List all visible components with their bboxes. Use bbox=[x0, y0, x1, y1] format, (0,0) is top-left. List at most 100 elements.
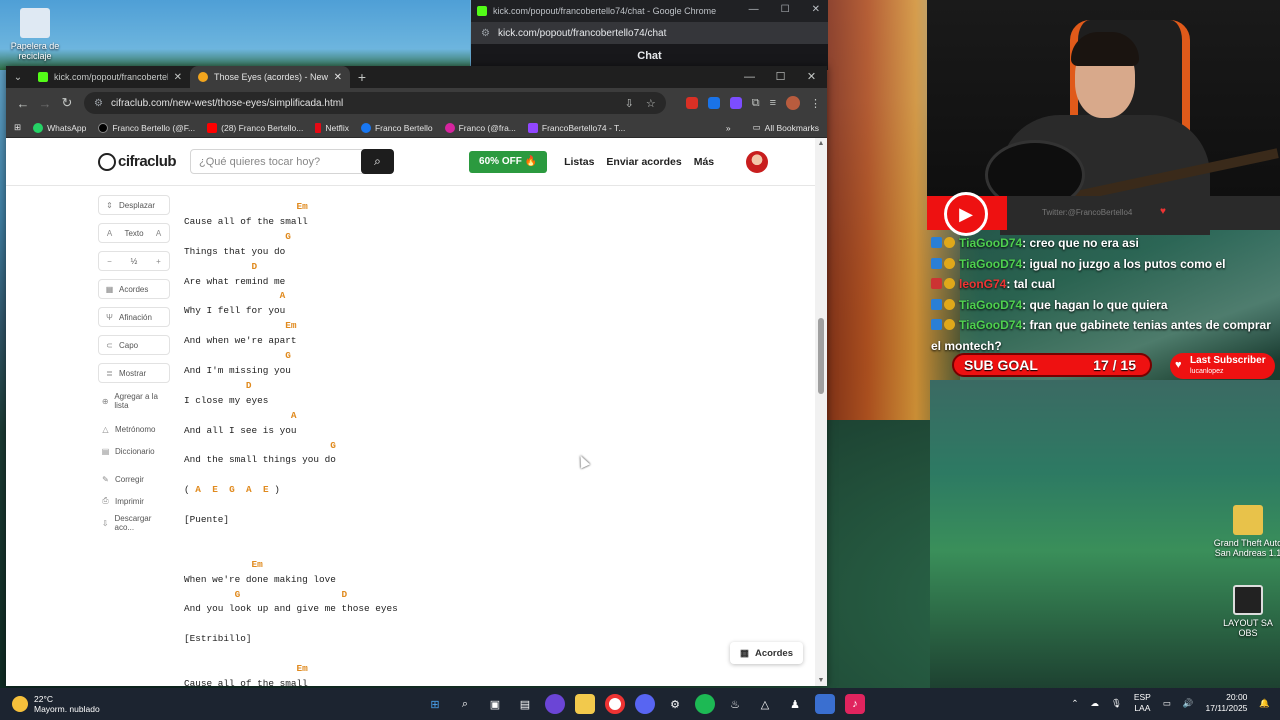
maximize-button[interactable]: ☐ bbox=[781, 4, 790, 15]
volume-icon[interactable]: 🔊 bbox=[1183, 698, 1194, 709]
weather-widget[interactable]: 22°C Mayorm. nublado bbox=[0, 694, 100, 714]
site-info-icon[interactable]: ⚙ bbox=[481, 28, 490, 39]
chord-line[interactable]: D bbox=[184, 260, 398, 275]
scrollbar-thumb[interactable] bbox=[818, 318, 824, 394]
notifications-icon[interactable]: 🔔 bbox=[1259, 698, 1270, 709]
settings-icon[interactable]: ⚙ bbox=[665, 694, 685, 714]
gta-shortcut[interactable]: Grand Theft Auto San Andreas 1.1 bbox=[1213, 505, 1280, 558]
bookmark-twitch[interactable]: FrancoBertello74 - T... bbox=[527, 122, 625, 133]
microphone-icon[interactable]: 🎙 bbox=[1111, 698, 1122, 709]
dictionary-button[interactable]: ▤ Diccionario bbox=[98, 441, 170, 461]
start-windows-icon[interactable]: ⊞ bbox=[425, 694, 445, 714]
chord-line[interactable]: A bbox=[184, 409, 398, 424]
close-tab-icon[interactable]: ✕ bbox=[334, 72, 342, 83]
chord-line[interactable]: G bbox=[184, 230, 398, 245]
forward-button[interactable]: → bbox=[34, 96, 56, 111]
bookmark-facebook[interactable]: Franco Bertello bbox=[360, 122, 433, 133]
app-icon[interactable] bbox=[545, 694, 565, 714]
chords-floating-button[interactable]: ▦ Acordes bbox=[730, 642, 803, 664]
app-icon[interactable]: ♟ bbox=[785, 694, 805, 714]
more-bookmarks-icon[interactable]: » bbox=[726, 123, 731, 133]
bookmark-netflix[interactable]: Netflix bbox=[315, 122, 349, 133]
transpose-up-button[interactable]: + bbox=[154, 257, 163, 266]
file-explorer-icon[interactable] bbox=[575, 694, 595, 714]
apps-grid-icon[interactable]: ⊞ bbox=[14, 122, 21, 133]
cifraclub-logo[interactable]: cifraclub bbox=[98, 152, 177, 171]
all-bookmarks[interactable]: ▭ All Bookmarks bbox=[753, 122, 819, 133]
reload-button[interactable]: ↻ bbox=[56, 95, 78, 111]
bookmark-youtube[interactable]: (28) Franco Bertello... bbox=[207, 122, 303, 133]
nav-link-enviar[interactable]: Enviar acordes bbox=[606, 156, 681, 168]
bookmark-star-icon[interactable]: ☆ bbox=[646, 97, 656, 110]
task-view-icon[interactable]: ▣ bbox=[485, 694, 505, 714]
page-scrollbar[interactable]: ▲ ▼ bbox=[815, 138, 827, 686]
chord-line[interactable]: G bbox=[184, 439, 398, 454]
chord-line[interactable]: D bbox=[184, 379, 398, 394]
spotify-icon[interactable] bbox=[695, 694, 715, 714]
extension-icon[interactable] bbox=[729, 97, 742, 109]
cloud-icon[interactable]: ☁ bbox=[1091, 698, 1100, 709]
text-smaller-button[interactable]: A bbox=[105, 229, 114, 238]
scroll-down-arrow-icon[interactable]: ▼ bbox=[815, 677, 827, 684]
steam-icon[interactable]: ♨ bbox=[725, 694, 745, 714]
profile-avatar[interactable] bbox=[786, 96, 800, 110]
back-button[interactable]: ← bbox=[12, 96, 34, 111]
chord-line[interactable]: Em bbox=[184, 319, 398, 334]
tab-search-button[interactable]: ⌄ bbox=[6, 66, 30, 88]
chord-line[interactable]: G bbox=[184, 349, 398, 364]
tab-cifraclub[interactable]: Those Eyes (acordes) - New West ✕ bbox=[190, 66, 350, 88]
add-to-list-button[interactable]: ⊕ Agregar a la lista bbox=[98, 391, 170, 411]
search-input[interactable]: ¿Qué quieres tocar hoy? ⌕ bbox=[190, 149, 395, 174]
close-button[interactable]: ✕ bbox=[812, 4, 820, 15]
discord-icon[interactable] bbox=[635, 694, 655, 714]
recycle-bin-shortcut[interactable]: Papelera de reciclaje bbox=[0, 8, 70, 61]
search-button[interactable]: ⌕ bbox=[361, 149, 395, 174]
kick-address-bar[interactable]: ⚙ kick.com/popout/francobertello74/chat bbox=[471, 22, 828, 44]
tiktok-icon[interactable]: ♪ bbox=[845, 694, 865, 714]
scroll-button[interactable]: ⇕ Desplazar bbox=[98, 195, 170, 215]
bookmark-x[interactable]: Franco Bertello (@F... bbox=[98, 122, 195, 133]
close-tab-icon[interactable]: ✕ bbox=[174, 72, 182, 83]
language-indicator[interactable]: ESP LAA bbox=[1134, 692, 1151, 714]
tuning-button[interactable]: Ψ Afinación bbox=[98, 307, 170, 327]
chord-line[interactable]: Em bbox=[184, 200, 398, 215]
show-button[interactable]: ≣ Mostrar bbox=[98, 363, 170, 383]
app-icon[interactable]: △ bbox=[755, 694, 775, 714]
extension-icon[interactable] bbox=[707, 97, 720, 109]
maximize-button[interactable]: ☐ bbox=[765, 66, 796, 88]
app-icon[interactable] bbox=[815, 694, 835, 714]
nav-link-listas[interactable]: Listas bbox=[564, 156, 594, 168]
media-control-icon[interactable]: ≡ bbox=[770, 97, 776, 109]
user-avatar[interactable] bbox=[746, 150, 769, 173]
text-size-control[interactable]: A Texto A bbox=[98, 223, 170, 243]
install-app-icon[interactable]: ⇩ bbox=[625, 97, 634, 110]
new-tab-button[interactable]: + bbox=[350, 66, 374, 88]
promo-button[interactable]: 60% OFF 🔥 bbox=[469, 150, 548, 173]
obs-shortcut[interactable]: LAYOUT SA OBS bbox=[1213, 585, 1280, 638]
metronome-button[interactable]: △ Metrónomo bbox=[98, 419, 170, 439]
nav-link-mas[interactable]: Más bbox=[694, 156, 714, 168]
show-hidden-icons[interactable]: ⌃ bbox=[1071, 698, 1078, 709]
extension-icon[interactable] bbox=[685, 97, 698, 109]
correct-button[interactable]: ✎ Corregir bbox=[98, 469, 170, 489]
chord-line[interactable]: A bbox=[184, 289, 398, 304]
site-info-icon[interactable]: ⚙ bbox=[94, 98, 103, 109]
chord-line[interactable]: Em bbox=[184, 558, 398, 573]
address-bar[interactable]: ⚙ cifraclub.com/new-west/those-eyes/simp… bbox=[84, 92, 666, 114]
menu-kebab-icon[interactable]: ⋮ bbox=[810, 97, 821, 110]
store-icon[interactable]: ▤ bbox=[515, 694, 535, 714]
download-button[interactable]: ⇩ Descargar aco... bbox=[98, 513, 170, 533]
tab-kick[interactable]: kick.com/popout/francobertello74/chat ✕ bbox=[30, 66, 190, 88]
scroll-up-arrow-icon[interactable]: ▲ bbox=[815, 140, 827, 147]
search-icon[interactable]: ⌕ bbox=[455, 694, 475, 714]
print-button[interactable]: ⎙ Imprimir bbox=[98, 491, 170, 511]
bookmark-instagram[interactable]: Franco (@fra... bbox=[444, 122, 516, 133]
chord-line[interactable]: Em bbox=[184, 662, 398, 677]
transpose-down-button[interactable]: − bbox=[105, 257, 114, 266]
clock[interactable]: 20:00 17/11/2025 bbox=[1205, 692, 1247, 714]
minimize-button[interactable]: — bbox=[734, 66, 765, 88]
capo-button[interactable]: ⊂ Capo bbox=[98, 335, 170, 355]
close-button[interactable]: ✕ bbox=[796, 66, 827, 88]
bookmark-whatsapp[interactable]: WhatsApp bbox=[33, 122, 86, 133]
chords-button[interactable]: ▦ Acordes bbox=[98, 279, 170, 299]
